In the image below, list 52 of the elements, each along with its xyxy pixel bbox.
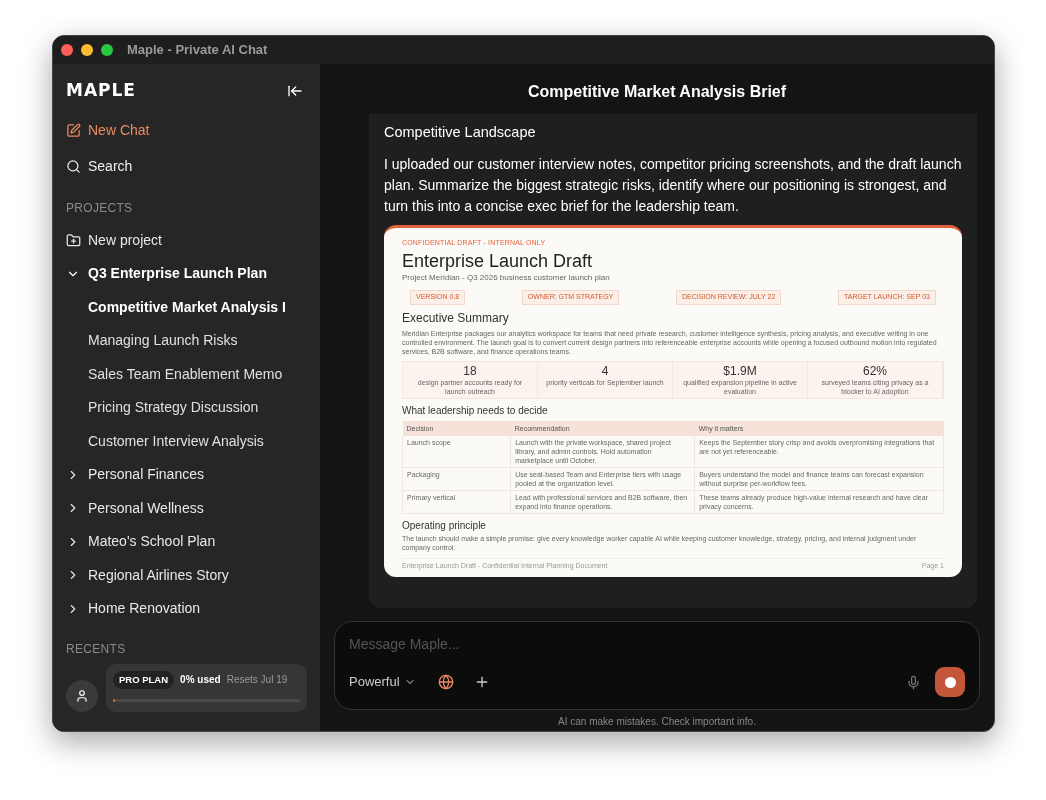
minimize-button[interactable] xyxy=(81,44,93,56)
window-title: Maple - Private AI Chat xyxy=(127,41,268,60)
project-item[interactable]: Personal Wellness xyxy=(66,491,307,525)
section-heading: PROJECTS xyxy=(66,200,134,217)
user-icon xyxy=(75,688,89,703)
message-input[interactable]: Message Maple... xyxy=(349,634,965,655)
message-composer[interactable]: Message Maple... Powerful xyxy=(334,621,980,710)
project-item[interactable]: Regional Airlines Story xyxy=(66,558,307,592)
chat-item[interactable]: Managing Launch Risks xyxy=(66,324,307,358)
document-title: Enterprise Launch Draft xyxy=(402,250,594,273)
new-chat-button[interactable]: New Chat xyxy=(66,116,307,144)
stat-value: 62% xyxy=(863,363,887,378)
chat-title: Competitive Market Analysis Brief xyxy=(527,82,787,100)
chat-item[interactable]: Customer Interview Analysis xyxy=(66,424,307,458)
project-item[interactable]: Q3 Enterprise Launch Plan xyxy=(66,257,307,291)
project-item[interactable]: Personal Finances xyxy=(66,458,307,492)
reset-text: Resets Jul 19 xyxy=(226,673,288,688)
section-heading: Operating principle xyxy=(402,518,487,533)
message-heading: Competitive Landscape xyxy=(384,123,537,142)
microphone-icon[interactable] xyxy=(906,674,921,690)
model-dropdown[interactable]: Powerful xyxy=(349,672,416,692)
search-button[interactable]: Search xyxy=(66,152,307,180)
message-text: I uploaded our customer interview notes, competitor pricing screenshots, and the draft launch plan. Summarize the biggest strategic risks, identify where our positioning is strongest, and turn this into a concise exec brief for the leadership team. xyxy=(384,154,962,216)
plan-card[interactable]: PRO PLAN 0% used Resets Jul 19 xyxy=(106,663,307,712)
new-project-button[interactable]: New project xyxy=(66,224,307,257)
stop-icon xyxy=(944,676,956,688)
chat-item[interactable]: Sales Team Enablement Memo xyxy=(66,357,307,391)
search-icon xyxy=(66,158,81,174)
send-button[interactable] xyxy=(935,667,965,697)
project-item[interactable]: Mateo's School Plan xyxy=(66,525,307,559)
section-heading: RECENTS xyxy=(66,640,127,658)
logo: MAPLE xyxy=(66,79,136,103)
project-item[interactable]: Home Renovation xyxy=(66,592,307,626)
globe-icon[interactable] xyxy=(437,674,454,690)
section-heading: What leadership needs to decide xyxy=(402,403,549,418)
disclaimer-text: AI can make mistakes. Check important info. xyxy=(558,715,756,729)
plan-badge: PRO PLAN xyxy=(113,670,175,689)
document-subtitle: Project Meridian - Q3 2026 business customer launch plan xyxy=(402,272,611,285)
close-button[interactable] xyxy=(61,44,73,56)
zoom-button[interactable] xyxy=(101,44,113,56)
avatar-button[interactable] xyxy=(66,679,98,712)
chat-item[interactable]: Competitive Market Analysis I xyxy=(66,290,307,324)
stat-value: 18 xyxy=(463,363,477,378)
collapse-sidebar-icon[interactable] xyxy=(287,83,303,99)
stat-value: $1.9M xyxy=(723,363,757,378)
folder-plus-icon xyxy=(66,233,81,248)
edit-icon xyxy=(66,122,81,138)
usage-text: 0% used xyxy=(180,673,221,688)
stat-value: 4 xyxy=(601,363,609,378)
chat-item[interactable]: Pricing Strategy Discussion xyxy=(66,391,307,425)
document-preview[interactable] xyxy=(384,224,962,578)
section-heading: Executive Summary xyxy=(402,309,510,327)
